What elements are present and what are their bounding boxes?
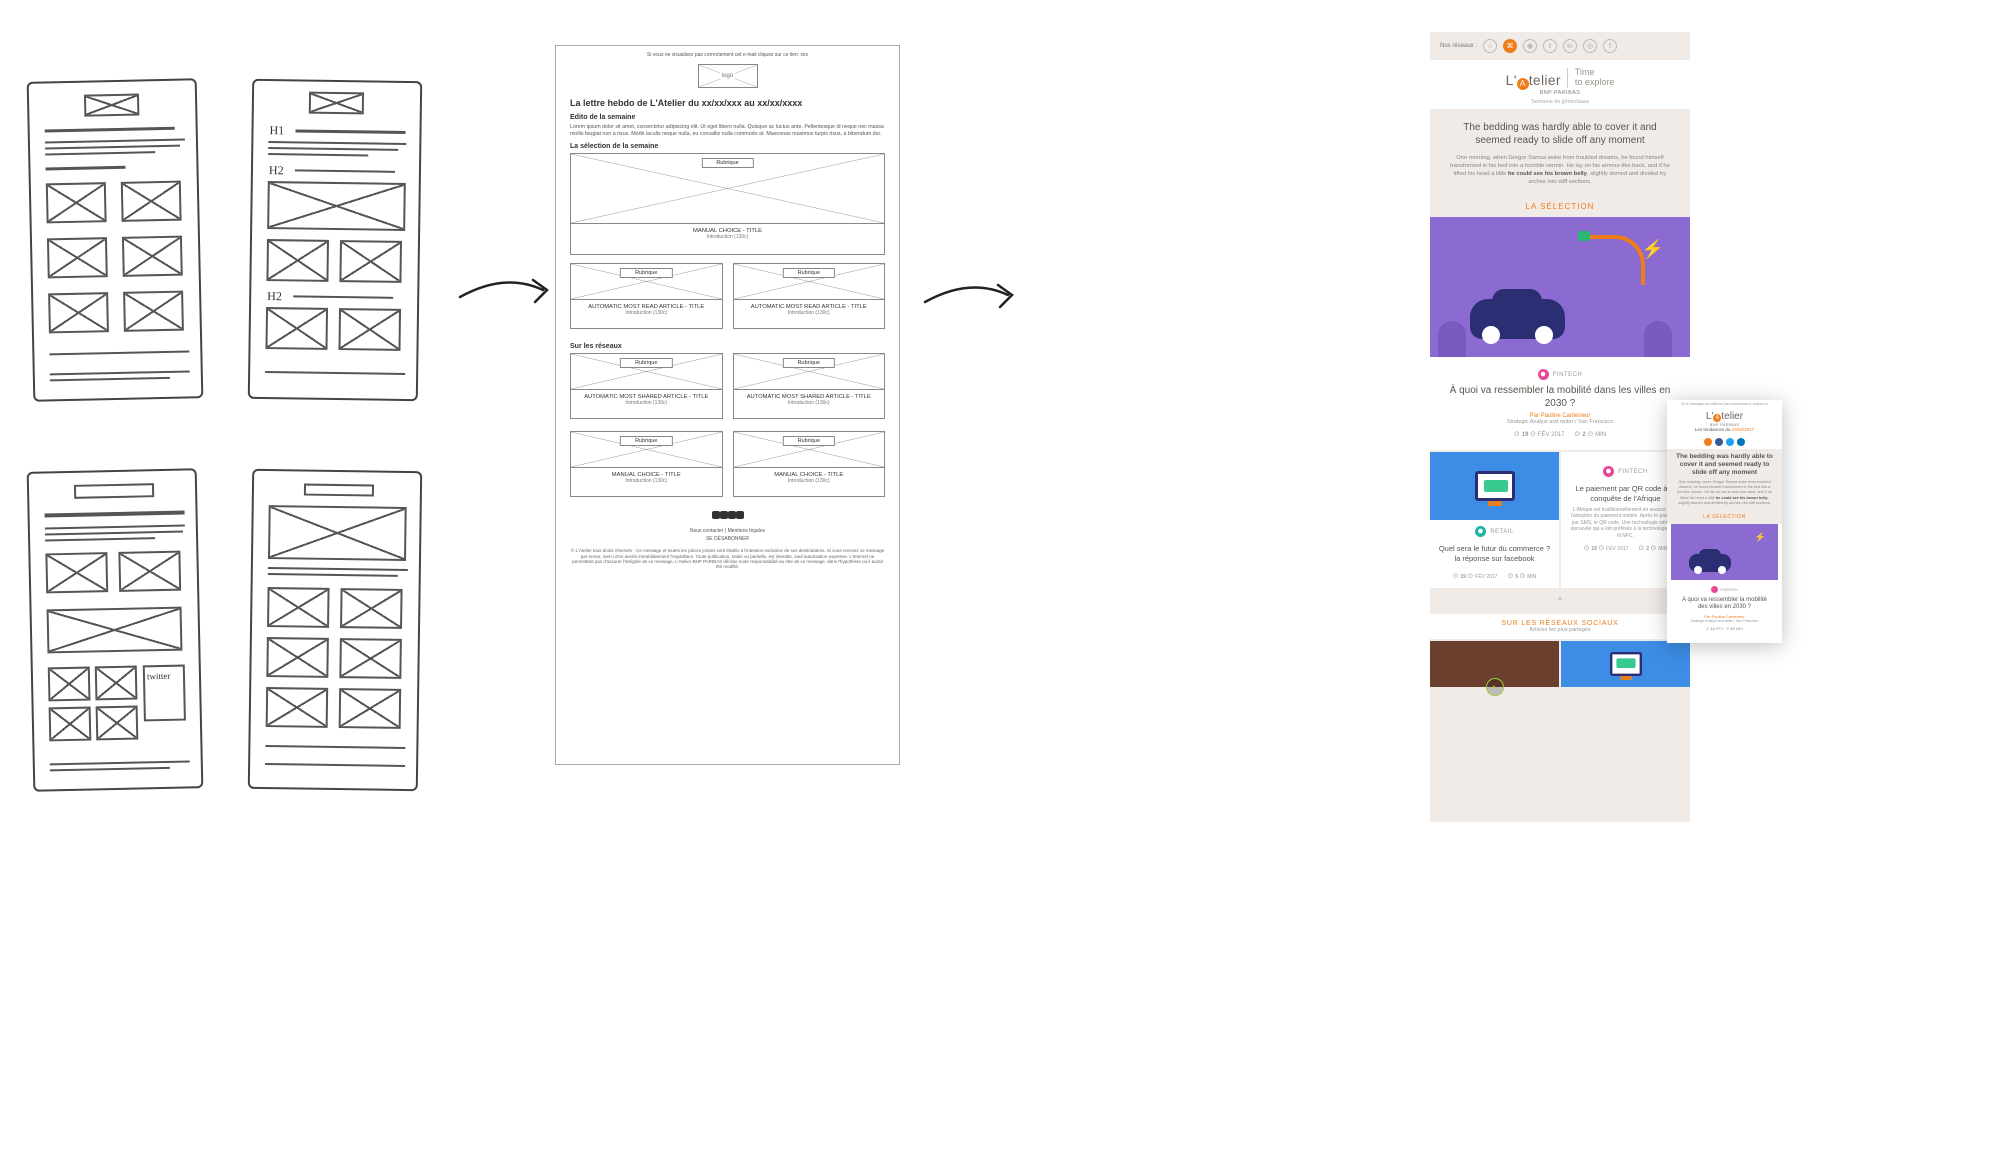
linkedin-icon [728,511,736,519]
brand-header: L'Atelier Timeto explore BNP PARIBAS Sem… [1430,60,1690,109]
car-icon [1689,554,1731,572]
view-online-hint[interactable]: Si vous ne visualisez pas correctement c… [570,52,885,58]
selection-heading: LA SÉLECTION [1430,196,1690,217]
label-twitter: twitter [147,671,171,681]
most-read-box-1[interactable]: Rubrique AUTOMATIC MOST READ ARTICLE - T… [570,263,723,329]
rubrique-pill: Rubrique [701,158,753,168]
google-icon [736,511,744,519]
card-retail[interactable]: ⬣RETAIL Quel sera le futur du commerce ?… [1430,452,1559,588]
arrow-2 [920,265,1100,355]
sketch-4 [248,469,422,791]
most-shared-box-2[interactable]: Rubrique AUTOMATIC MOST SHARED ARTICLE -… [733,353,886,419]
most-read-box-2[interactable]: Rubrique AUTOMATIC MOST READ ARTICLE - T… [733,263,886,329]
category-icon: ⬣ [1538,369,1549,380]
facebook-icon[interactable]: f [1603,39,1617,53]
brand-tagline: Timeto explore [1567,68,1615,88]
selection-heading: La sélection de la semaine [570,143,885,150]
twitter-icon[interactable]: t [1543,39,1557,53]
rss-icon[interactable]: ⌘ [1503,39,1517,53]
manual-box-1[interactable]: Rubrique MANUAL CHOICE - TITLE Introduct… [570,431,723,497]
logo-placeholder: logo [698,64,758,88]
load-more[interactable]: + [1430,594,1690,604]
video-card-1[interactable]: ▸ [1430,641,1559,687]
footer-contact-link[interactable]: Nous contacter | Mentions légales [570,528,885,534]
category-icon: ⬣ [1475,526,1486,537]
manual-box-2[interactable]: Rubrique MANUAL CHOICE - TITLE Introduct… [733,431,886,497]
category-icon [1711,586,1718,593]
featured-article-box[interactable]: Rubrique MANUAL CHOICE - TITLE Introduct… [570,153,885,255]
facebook-icon [720,511,728,519]
instagram-icon[interactable]: ◎ [1583,39,1597,53]
category-icon: ⬣ [1603,466,1614,477]
bolt-icon: ⚡ [1755,532,1766,543]
sketch-1 [27,78,204,401]
featured-article[interactable]: ⬣FINTECH À quoi va ressembler la mobilit… [1430,357,1690,450]
newsletter-title: La lettre hebdo de L'Atelier du xx/xx/xx… [570,98,885,108]
network-icon[interactable]: ⌂ [1483,39,1497,53]
social-icons-row[interactable] [1667,438,1782,446]
footer-social-icons[interactable] [570,511,885,522]
twitter-icon [712,511,720,519]
edito-heading: Edito de la semaine [570,114,885,121]
hero-edito: The bedding was hardly able to cover it … [1430,109,1690,196]
podcast-icon[interactable]: ◉ [1523,39,1537,53]
edito-body: Lorem ipsum dolor sit amet, consectetur … [570,124,885,137]
social-heading: Sur les réseaux [570,343,885,350]
facebook-icon [1715,438,1723,446]
label-h2a: H2 [269,163,284,178]
twitter-icon [1726,438,1734,446]
social-networks-bar: Nos réseaux : ⌂ ⌘ ◉ t in ◎ f [1430,32,1690,60]
linkedin-icon[interactable]: in [1563,39,1577,53]
hero-illustration[interactable]: ⚡ [1430,217,1690,357]
sketch-2: H1 H2 H2 [248,79,422,401]
unsubscribe-link[interactable]: SE DÉSABONNER [570,536,885,542]
featured-article[interactable]: FINTECH A quoi va ressembler la mobilité… [1671,580,1778,637]
wireframe-mockup: Si vous ne visualisez pas correctement c… [555,45,900,765]
rss-icon [1704,438,1712,446]
video-card-2[interactable] [1561,641,1690,687]
brand-header: L'Atelier BNP PARIBAS Les tendances du 2… [1667,409,1782,435]
view-online-hint[interactable]: Si ce message ne s'affiche pas correctem… [1667,400,1782,409]
final-newsletter-desktop: Nos réseaux : ⌂ ⌘ ◉ t in ◎ f L'Atelier T… [1430,32,1690,822]
car-icon [1470,299,1565,339]
linkedin-icon [1737,438,1745,446]
sketch-column: H1 H2 H2 [30,80,450,860]
most-shared-box-1[interactable]: Rubrique AUTOMATIC MOST SHARED ARTICLE -… [570,353,723,419]
social-section-head: SUR LES RÉSEAUX SOCIAUX Articles les plu… [1430,614,1690,639]
label-h2b: H2 [267,289,282,304]
bolt-icon: ⚡ [1642,239,1664,260]
hero-illustration[interactable]: ⚡ [1671,524,1778,580]
hero-edito: The bedding was hardly able to cover it … [1667,449,1782,510]
brand-logo: L'Atelier [1506,72,1561,88]
selection-heading: LA SÉLECTION [1667,510,1782,524]
label-h1: H1 [269,123,284,138]
play-icon: ▸ [1486,678,1504,696]
legal-text: © L'Atelier tous droits réservés - Ce me… [570,548,885,570]
sketch-3: twitter [27,468,204,791]
final-newsletter-mobile: Si ce message ne s'affiche pas correctem… [1667,400,1782,643]
